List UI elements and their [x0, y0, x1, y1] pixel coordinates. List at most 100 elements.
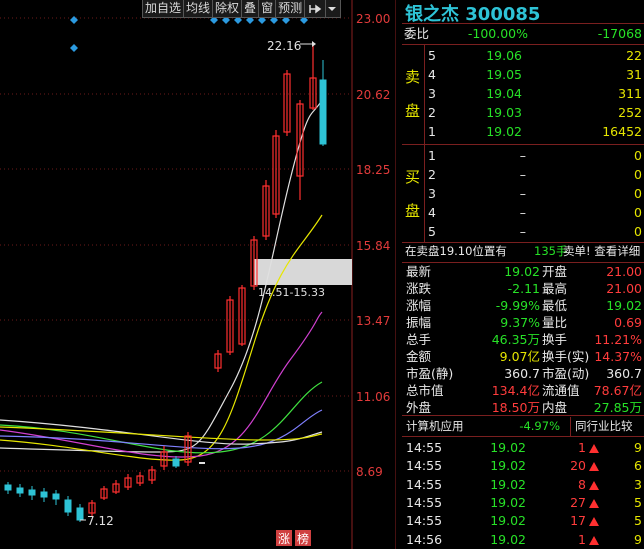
sell-note-text: 在卖盘19.10位置有 [405, 244, 507, 258]
quote-label: 振幅 [406, 315, 432, 330]
industry-row[interactable]: 计算机应用 -4.97% 同行业比较 [402, 417, 644, 436]
tick-time: 14:55 [406, 476, 443, 492]
buy-row-3[interactable]: 3 – 0 [402, 184, 644, 203]
quote-label: 市盈(动) [542, 366, 590, 381]
quote-row: 总市值 134.4亿 流通值 78.67亿 [402, 382, 644, 399]
quote-label: 换手 [542, 332, 568, 347]
y-axis-label: 8.69 [356, 465, 383, 479]
quote-value: 14.37% [594, 349, 642, 364]
pin-icon[interactable] [304, 0, 327, 18]
quote-value: 27.85万 [593, 400, 642, 415]
quote-value: 78.67亿 [593, 383, 642, 398]
buy-row-4[interactable]: 4 – 0 [402, 203, 644, 222]
quote-row: 总手 46.35万 换手 11.21% [402, 331, 644, 348]
buy-row-5[interactable]: 5 – 0 [402, 222, 644, 241]
tick-count: 6 [634, 458, 642, 474]
sell-row-1[interactable]: 1 19.02 16452 [402, 122, 644, 141]
quote-label: 量比 [542, 315, 568, 330]
weibi-pct: -100.00% [467, 26, 528, 41]
quote-value: -9.99% [495, 298, 540, 313]
arrow-up-icon [587, 530, 599, 549]
overlay-button[interactable]: 叠 [241, 0, 260, 18]
tick-row: 14:55 19.02 17 5 [402, 511, 644, 530]
tick-count: 5 [634, 494, 642, 510]
quote-label: 流通值 [542, 383, 580, 398]
tick-row: 14:55 19.02 8 3 [402, 475, 644, 494]
y-axis-label: 18.25 [356, 163, 391, 177]
tick-row: 14:55 19.02 27 5 [402, 493, 644, 512]
sell-note-detail-link[interactable]: 卖单! 查看详细 [563, 242, 640, 261]
quote-row: 最新 19.02 开盘 21.00 [402, 263, 644, 280]
forecast-button[interactable]: 预测 [275, 0, 306, 18]
arrow-up-icon [587, 493, 599, 512]
quote-label: 涨跌 [406, 281, 432, 296]
quote-label: 开盘 [542, 264, 568, 279]
tick-volume: 8 [578, 476, 586, 492]
arrow-up-icon [587, 438, 599, 457]
weibi-row: 委比 -100.00% -17068 [402, 24, 644, 43]
tick-price: 19.02 [490, 494, 526, 510]
industry-compare-button[interactable]: 同行业比较 [570, 417, 633, 436]
quote-row: 外盘 18.50万 内盘 27.85万 [402, 399, 644, 416]
tick-row: 14:56 19.02 1 9 [402, 530, 644, 549]
chevron-down-icon[interactable] [325, 0, 342, 18]
tick-price: 19.02 [490, 440, 526, 455]
sell-row-3[interactable]: 3 19.04 311 [402, 84, 644, 103]
tag-zhang[interactable]: 涨 [278, 531, 290, 546]
sell-row-5[interactable]: 5 19.06 22 [402, 46, 644, 65]
quote-value: 11.21% [594, 332, 642, 347]
tick-time: 14:55 [406, 513, 443, 529]
quote-label: 市盈(静) [406, 366, 454, 381]
quote-value: 18.50万 [491, 400, 540, 415]
buy-row-2[interactable]: 2 – 0 [402, 165, 644, 184]
add-watchlist-button[interactable]: 加自选 [142, 0, 185, 18]
arrow-up-icon [587, 511, 599, 530]
sell-row-4[interactable]: 4 19.05 31 [402, 65, 644, 84]
window-button[interactable]: 窗 [258, 0, 277, 18]
quote-row: 市盈(静) 360.7 市盈(动) 360.7 [402, 365, 644, 382]
candlestick-chart[interactable]: 22.16 7.12 14.51-15.33 涨 榜 [0, 0, 396, 549]
tick-volume: 1 [578, 440, 586, 455]
y-axis-label: 13.47 [356, 314, 391, 328]
quote-row: 涨幅 -9.99% 最低 19.02 [402, 297, 644, 314]
quote-value: 19.02 [504, 264, 540, 279]
buy-row-1[interactable]: 1 – 0 [402, 146, 644, 165]
price-gridlines [0, 17, 352, 472]
quote-value: 9.07亿 [499, 349, 540, 364]
quote-label: 涨幅 [406, 298, 432, 313]
quote-value: 21.00 [606, 264, 642, 279]
sell-row-2[interactable]: 2 19.03 252 [402, 103, 644, 122]
chart-toolbar: 加自选 均线 除权 叠 窗 预测 [142, 0, 342, 18]
y-axis-label: 20.62 [356, 88, 391, 102]
quote-value: -2.11 [507, 281, 540, 296]
quote-value: 9.37% [500, 315, 540, 330]
tick-time: 14:55 [406, 458, 443, 474]
moving-average-button[interactable]: 均线 [183, 0, 214, 18]
quote-label: 总手 [406, 332, 432, 347]
quote-value: 360.7 [504, 366, 540, 381]
y-axis-label: 11.06 [356, 390, 391, 404]
quote-value: 46.35万 [491, 332, 540, 347]
high-annotation: 22.16 [267, 39, 301, 53]
sell-order-note[interactable]: 在卖盘19.10位置有 135手 卖单! 查看详细 [402, 242, 644, 261]
tick-price: 19.02 [490, 476, 526, 492]
arrow-right-icon [312, 41, 316, 47]
arrow-up-icon [587, 456, 599, 475]
tick-count: 5 [634, 513, 642, 529]
y-axis-label: 23.00 [356, 12, 391, 26]
tick-volume: 20 [570, 458, 586, 474]
tick-time: 14:55 [406, 494, 443, 510]
weibi-label: 委比 [404, 26, 430, 41]
quote-row: 振幅 9.37% 量比 0.69 [402, 314, 644, 331]
quote-value: 19.02 [606, 298, 642, 313]
tag-bang[interactable]: 榜 [297, 531, 309, 546]
tick-count: 9 [634, 531, 642, 547]
quote-row: 涨跌 -2.11 最高 21.00 [402, 280, 644, 297]
arrow-up-icon [587, 475, 599, 494]
tick-volume: 17 [570, 513, 586, 529]
tick-count: 9 [634, 440, 642, 455]
range-annotation: 14.51-15.33 [258, 286, 325, 299]
quote-label: 换手(实) [542, 349, 590, 364]
ex-rights-button[interactable]: 除权 [212, 0, 243, 18]
quote-value: 0.69 [614, 315, 642, 330]
